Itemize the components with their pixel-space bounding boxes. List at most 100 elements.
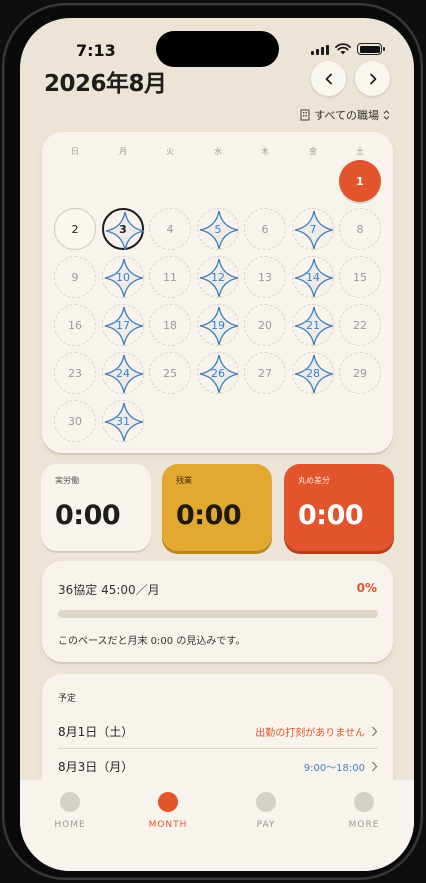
workplace-label: すべての職場 <box>314 109 379 122</box>
calendar-day[interactable]: 30 <box>54 400 96 442</box>
calendar-day[interactable]: 29 <box>339 352 381 394</box>
calendar-day[interactable]: 12 <box>197 256 239 298</box>
agreement-forecast-note: このペースだと月末 0:00 の見込みです。 <box>58 636 246 647</box>
calendar-day[interactable]: 2 <box>54 208 96 250</box>
agreement-title: 36協定 45:00／月 <box>58 583 160 597</box>
chevron-up-down-icon <box>383 110 390 120</box>
weekday-label: 水 <box>214 147 222 156</box>
calendar-day[interactable]: 3 <box>102 208 145 251</box>
tab-pay-label: PAY <box>256 820 276 830</box>
overtime-card: 残業 0:00 <box>162 464 272 551</box>
calendar-day[interactable]: 20 <box>244 304 286 346</box>
more-tab-icon <box>354 792 374 812</box>
calendar-day-number: 6 <box>261 222 269 236</box>
calendar-day-number: 14 <box>306 270 320 284</box>
tab-month-label: MONTH <box>148 820 188 830</box>
calendar-day-number: 20 <box>258 318 272 332</box>
calendar-day-number: 18 <box>163 318 177 332</box>
calendar-day[interactable]: 21 <box>292 304 334 346</box>
calendar-day[interactable]: 15 <box>339 256 381 298</box>
calendar-day[interactable]: 13 <box>244 256 286 298</box>
status-time: 7:13 <box>76 41 116 60</box>
prev-month-button[interactable] <box>311 61 346 96</box>
calendar-day-number: 24 <box>116 366 130 380</box>
calendar-day[interactable]: 22 <box>339 304 381 346</box>
weekday-label: 火 <box>166 147 174 156</box>
schedule-status: 出勤の打刻がありません <box>255 727 365 739</box>
calendar-day-number: 31 <box>116 414 130 428</box>
tab-pay[interactable]: PAY <box>231 792 301 830</box>
calendar-day-number: 21 <box>306 318 320 332</box>
calendar-day[interactable]: 24 <box>102 352 144 394</box>
tab-more-label: MORE <box>348 820 380 830</box>
month-tab-icon <box>158 792 178 812</box>
weekday-label: 木 <box>261 147 269 156</box>
cellular-signal-icon <box>311 44 329 55</box>
calendar-day-number: 25 <box>163 366 177 380</box>
calendar-day[interactable]: 17 <box>102 304 144 346</box>
calendar-day[interactable]: 26 <box>197 352 239 394</box>
schedule-row[interactable]: 8月3日（月） 9:00～18:00 <box>58 750 378 782</box>
calendar-day[interactable]: 4 <box>149 208 191 250</box>
workplace-selector[interactable]: すべての職場 <box>300 107 390 123</box>
calendar-day-number: 19 <box>211 318 225 332</box>
app-screen: 7:13 2026年8月 すべての職場 日月火水木金土 1 2 3 4 5 6 7 8 9 10 1… <box>20 18 414 871</box>
calendar-day[interactable]: 7 <box>292 208 334 250</box>
calendar-day[interactable]: 19 <box>197 304 239 346</box>
agreement-percent: 0% <box>356 581 377 595</box>
calendar-day-number: 29 <box>353 366 367 380</box>
calendar-day[interactable]: 6 <box>244 208 286 250</box>
chevron-right-icon <box>372 761 378 771</box>
status-icons <box>311 43 385 55</box>
calendar-day[interactable]: 14 <box>292 256 334 298</box>
tab-month[interactable]: MONTH <box>133 792 203 830</box>
calendar-day[interactable]: 25 <box>149 352 191 394</box>
home-tab-icon <box>60 792 80 812</box>
calendar-day[interactable]: 27 <box>244 352 286 394</box>
calendar-day-number: 15 <box>353 270 367 284</box>
calendar-day[interactable]: 11 <box>149 256 191 298</box>
next-month-button[interactable] <box>355 61 390 96</box>
calendar-day-number: 1 <box>356 174 364 188</box>
actual-work-label: 実労働 <box>55 476 79 485</box>
actual-work-card: 実労働 0:00 <box>41 464 151 551</box>
tab-more[interactable]: MORE <box>329 792 399 830</box>
calendar-day-number: 12 <box>211 270 225 284</box>
weekday-label: 土 <box>356 147 364 156</box>
schedule-date: 8月1日（土） <box>58 724 134 739</box>
overtime-label: 残業 <box>176 476 192 485</box>
agreement-progress-bar <box>58 610 378 618</box>
schedule-time: 9:00～18:00 <box>303 762 365 774</box>
calendar-day-number: 27 <box>258 366 272 380</box>
battery-icon <box>357 43 385 55</box>
calendar-day-number: 10 <box>116 270 130 284</box>
calendar-day[interactable]: 10 <box>102 256 144 298</box>
calendar-day[interactable]: 28 <box>292 352 334 394</box>
calendar-day[interactable]: 8 <box>339 208 381 250</box>
overtime-value: 0:00 <box>176 500 242 531</box>
calendar-day[interactable]: 1 <box>339 160 381 202</box>
schedule-row[interactable]: 8月1日（土） 出勤の打刻がありません <box>58 715 378 747</box>
tab-bar: HOME MONTH PAY MORE <box>20 780 414 871</box>
calendar-day-number: 28 <box>306 366 320 380</box>
calendar-day[interactable]: 16 <box>54 304 96 346</box>
calendar-day-number: 17 <box>116 318 130 332</box>
agreement-36-card: 36協定 45:00／月 0% このペースだと月末 0:00 の見込みです。 <box>42 561 393 662</box>
weekday-label: 金 <box>309 147 317 156</box>
rounding-diff-value: 0:00 <box>298 500 364 531</box>
calendar-day[interactable]: 23 <box>54 352 96 394</box>
calendar-day-number: 16 <box>68 318 82 332</box>
calendar-day[interactable]: 18 <box>149 304 191 346</box>
tab-home[interactable]: HOME <box>35 792 105 830</box>
calendar-day[interactable]: 9 <box>54 256 96 298</box>
rounding-diff-card: 丸め差分 0:00 <box>284 464 394 551</box>
calendar-day-number: 5 <box>214 222 222 236</box>
weekday-label: 月 <box>119 147 127 156</box>
calendar-card: 日月火水木金土 1 2 3 4 5 6 7 8 9 10 11 12 13 14 15 16 17 18 19 20 2… <box>42 132 393 453</box>
calendar-day-number: 23 <box>68 366 82 380</box>
device-frame: 7:13 2026年8月 すべての職場 日月火水木金土 1 2 3 4 5 6 7 8 9 10 1… <box>2 3 423 880</box>
calendar-day[interactable]: 31 <box>102 400 144 442</box>
calendar-day-number: 8 <box>356 222 364 236</box>
wifi-icon <box>335 43 351 55</box>
calendar-day[interactable]: 5 <box>197 208 239 250</box>
